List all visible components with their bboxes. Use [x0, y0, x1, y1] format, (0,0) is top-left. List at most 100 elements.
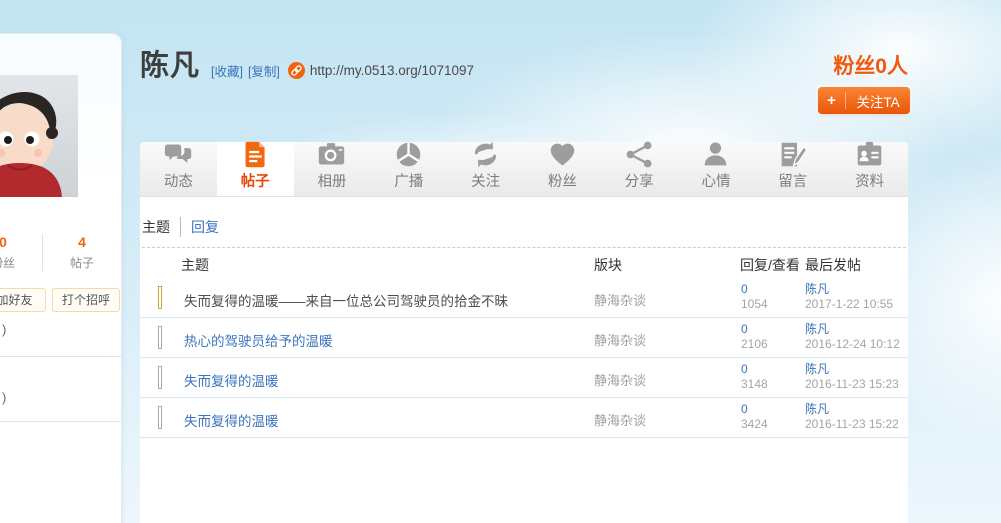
posts-label: 帖子 [43, 254, 121, 271]
plus-icon: + [818, 92, 845, 109]
favorite-link[interactable]: [收藏] [211, 61, 243, 80]
tab-label: 动态 [164, 170, 193, 191]
fans-count: 0 [0, 234, 42, 250]
last-post-date: 2016-12-24 10:12 [805, 337, 900, 352]
topic-views-count: 3148 [741, 377, 768, 392]
subnav-link[interactable]: 回复 [180, 217, 219, 237]
topic-replies-views: 0 1054 [741, 282, 768, 312]
topic-row: 失而复得的温暖 静海杂谈 0 3148 陈凡 2016-11-23 15:23 [140, 358, 908, 398]
last-post-author-link[interactable]: 陈凡 [805, 362, 899, 377]
tab-label: 粉丝 [548, 170, 577, 191]
last-post-author-link[interactable]: 陈凡 [805, 402, 899, 417]
fans-label: 粉丝 [0, 254, 42, 271]
broadcast-sphere-icon [394, 140, 423, 169]
person-icon [701, 140, 730, 169]
profile-sidebar-card: 0 粉丝 4 帖子 加好友 打个招呼 ) ) [0, 33, 122, 523]
tab-label: 广播 [394, 170, 423, 191]
topic-replies-views: 0 2106 [741, 322, 768, 352]
stat-fans[interactable]: 0 粉丝 [0, 234, 42, 271]
tab-label: 心情 [701, 170, 730, 191]
camera-icon [317, 140, 346, 169]
topic-forum-link[interactable]: 静海杂谈 [594, 370, 646, 389]
avatar[interactable] [0, 75, 78, 197]
topic-forum-link[interactable]: 静海杂谈 [594, 330, 646, 349]
tab-label: 分享 [625, 170, 654, 191]
heart-icon [548, 140, 577, 169]
last-post-author-link[interactable]: 陈凡 [805, 322, 900, 337]
profile-tab[interactable]: 关注 [447, 142, 524, 196]
topic-last-post: 陈凡 2016-11-23 15:22 [805, 402, 899, 432]
share-nodes-icon [625, 140, 654, 169]
topic-views-count: 3424 [741, 417, 768, 432]
chat-bubbles-icon [164, 140, 193, 169]
profile-tab[interactable]: 广播 [370, 142, 447, 196]
follow-button[interactable]: + 关注TA [818, 87, 910, 114]
profile-tab[interactable]: 留言 [754, 142, 831, 196]
topic-list: 失而复得的温暖——来自一位总公司驾驶员的拾金不昧 静海杂谈 0 1054 陈凡 … [140, 278, 908, 438]
sidebar-truncated-text: ) [2, 322, 6, 337]
topic-replies-views: 0 3424 [741, 402, 768, 432]
stat-posts[interactable]: 4 帖子 [42, 234, 121, 271]
greet-button[interactable]: 打个招呼 [52, 288, 120, 312]
follow-button-label: 关注TA [846, 91, 910, 111]
topic-forum-link[interactable]: 静海杂谈 [594, 290, 646, 309]
topic-doc-icon [158, 369, 162, 387]
topic-title-link[interactable]: 失而复得的温暖 [184, 410, 279, 430]
topic-row: 失而复得的温暖 静海杂谈 0 3424 陈凡 2016-11-23 15:22 [140, 398, 908, 438]
add-friend-button[interactable]: 加好友 [0, 288, 46, 312]
dashed-divider [142, 247, 906, 248]
profile-meta-row: [收藏] [复制] http://my.0513.org/1071097 [211, 61, 474, 80]
topic-replies-count[interactable]: 0 [741, 362, 768, 377]
profile-tab[interactable]: 帖子 [217, 142, 294, 196]
profile-tab[interactable]: 分享 [601, 142, 678, 196]
last-post-author-link[interactable]: 陈凡 [805, 282, 893, 297]
posts-panel: 主题回复 主题 版块 回复/查看 最后发帖 失而复得的温暖——来自一位总公司驾驶… [140, 197, 908, 523]
col-header-subject: 主题 [181, 255, 209, 275]
topic-views-count: 1054 [741, 297, 768, 312]
last-post-date: 2016-11-23 15:22 [805, 417, 899, 432]
topic-last-post: 陈凡 2016-11-23 15:23 [805, 362, 899, 392]
posts-count: 4 [43, 234, 121, 250]
copy-link[interactable]: [复制] [248, 61, 280, 80]
col-header-last-post: 最后发帖 [805, 255, 861, 275]
topic-replies-count[interactable]: 0 [741, 322, 768, 337]
tab-label: 资料 [855, 170, 884, 191]
sidebar-divider [0, 356, 121, 357]
profile-tab[interactable]: 资料 [831, 142, 908, 196]
fans-count-headline: 粉丝0人 [833, 50, 908, 80]
col-header-replies-views: 回复/查看 [740, 255, 800, 275]
post-doc-icon [241, 140, 270, 169]
tab-label: 相册 [317, 170, 346, 191]
topic-replies-views: 0 3148 [741, 362, 768, 392]
profile-tab[interactable]: 心情 [678, 142, 755, 196]
profile-url: http://my.0513.org/1071097 [310, 63, 474, 78]
topic-views-count: 2106 [741, 337, 768, 352]
topic-title-link[interactable]: 失而复得的温暖——来自一位总公司驾驶员的拾金不昧 [184, 290, 508, 310]
last-post-date: 2017-1-22 10:55 [805, 297, 893, 312]
tab-label: 帖子 [241, 170, 270, 191]
topic-last-post: 陈凡 2016-12-24 10:12 [805, 322, 900, 352]
profile-tabbar: 动态 帖子 相册 广播 关注 粉丝 分享 心情 [140, 142, 908, 197]
link-icon [288, 62, 305, 79]
id-card-icon [855, 140, 884, 169]
topic-forum-link[interactable]: 静海杂谈 [594, 410, 646, 429]
sidebar-truncated-text: ) [2, 390, 6, 405]
profile-tab[interactable]: 动态 [140, 142, 217, 196]
table-header-row: 主题 版块 回复/查看 最后发帖 [140, 255, 908, 278]
topic-last-post: 陈凡 2017-1-22 10:55 [805, 282, 893, 312]
sync-arrows-icon [471, 140, 500, 169]
posts-subnav: 主题回复 [142, 217, 219, 237]
topic-doc-icon [158, 409, 162, 427]
topic-title-link[interactable]: 失而复得的温暖 [184, 370, 279, 390]
profile-tab[interactable]: 相册 [294, 142, 371, 196]
topic-replies-count[interactable]: 0 [741, 282, 768, 297]
subnav-link[interactable]: 主题 [142, 217, 170, 237]
col-header-forum: 版块 [594, 255, 622, 275]
topic-replies-count[interactable]: 0 [741, 402, 768, 417]
profile-tab[interactable]: 粉丝 [524, 142, 601, 196]
profile-username: 陈凡 [140, 42, 200, 84]
topic-title-link[interactable]: 热心的驾驶员给予的温暖 [184, 330, 333, 350]
tab-label: 留言 [778, 170, 807, 191]
sidebar-divider [0, 421, 121, 422]
topic-row: 热心的驾驶员给予的温暖 静海杂谈 0 2106 陈凡 2016-12-24 10… [140, 318, 908, 358]
